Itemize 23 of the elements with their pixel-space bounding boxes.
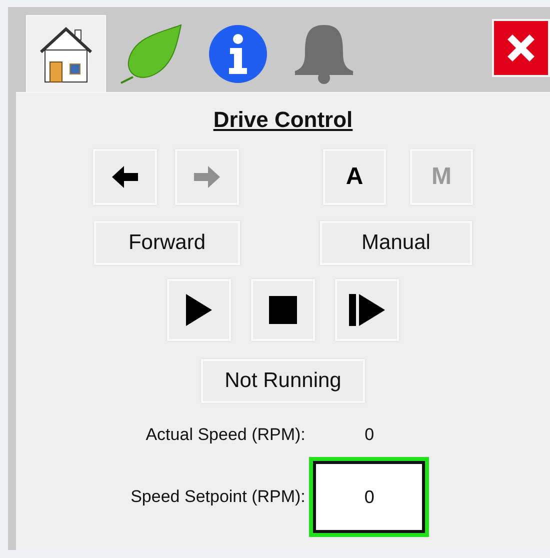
bell-icon xyxy=(293,23,355,85)
right-arrow-icon xyxy=(192,165,222,189)
speed-setpoint-label: Speed Setpoint (RPM): xyxy=(130,487,306,507)
house-icon xyxy=(37,24,95,84)
close-icon xyxy=(506,33,536,63)
stop-icon xyxy=(269,296,297,324)
run-status: Not Running xyxy=(201,359,365,403)
tab[interactable] xyxy=(26,15,106,92)
mode-status: Manual xyxy=(320,221,472,265)
direction-button[interactable] xyxy=(93,149,157,205)
left-arrow-icon xyxy=(110,165,140,189)
play-icon xyxy=(186,294,212,326)
direction-status: Forward xyxy=(94,221,240,265)
run-control-button[interactable] xyxy=(251,279,315,341)
run-control-button[interactable] xyxy=(335,279,399,341)
panel-title: Drive Control xyxy=(213,107,353,133)
actual-speed-value: 0 xyxy=(364,425,376,445)
info-icon xyxy=(208,24,268,84)
run-control-button[interactable] xyxy=(167,279,231,341)
step-forward-icon xyxy=(349,294,385,326)
close-button[interactable] xyxy=(492,19,550,77)
mode-button[interactable]: A xyxy=(323,149,386,205)
actual-speed-label: Actual Speed (RPM): xyxy=(146,425,306,445)
